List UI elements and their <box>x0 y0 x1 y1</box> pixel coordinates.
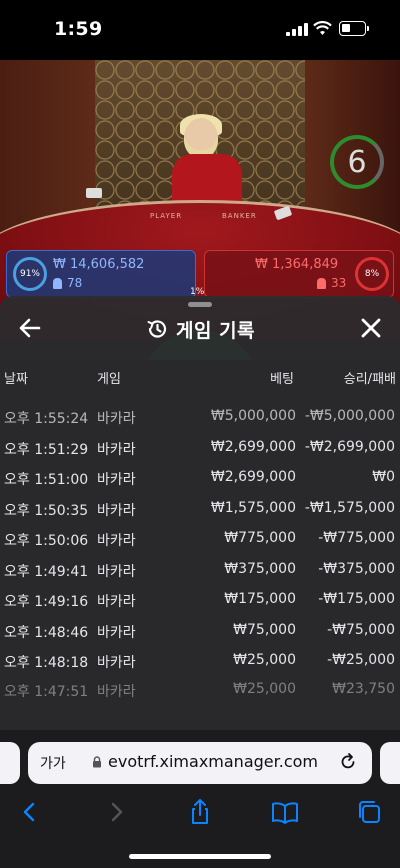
row-bet: ₩775,000 <box>224 530 296 546</box>
text-size-button[interactable]: 가가 <box>40 753 66 773</box>
game-history-sheet: 게임 기록 날짜 게임 베팅 승리/패배 오후 1:55:24 바카라 ₩5,0… <box>0 296 400 736</box>
bookmarks-icon[interactable] <box>271 798 299 826</box>
wifi-icon <box>313 21 332 35</box>
previous-tab-preview[interactable] <box>0 742 20 784</box>
row-result: -₩1,575,000 <box>304 500 395 516</box>
banker-count-person-icon <box>317 278 326 289</box>
row-bet: ₩375,000 <box>224 561 296 577</box>
reload-icon[interactable] <box>338 752 358 772</box>
address-bar[interactable]: 가가 evotrf.ximaxmanager.com <box>28 742 372 784</box>
table-player-label: PLAYER <box>150 212 183 220</box>
share-icon[interactable] <box>186 798 214 826</box>
history-row[interactable]: 오후 1:47:51 바카라 ₩25,000 ₩23,750 <box>0 675 400 705</box>
player-bet-panel[interactable]: 91% ₩ 14,606,582 78 <box>6 250 196 298</box>
row-date: 오후 1:50:06 <box>4 533 89 549</box>
history-row[interactable]: 오후 1:51:29 바카라 ₩2,699,000 -₩2,699,000 <box>0 433 400 463</box>
status-bar: 1:59 <box>0 0 400 60</box>
history-row[interactable]: 오후 1:50:35 바카라 ₩1,575,000 -₩1,575,000 <box>0 494 400 524</box>
row-game: 바카라 <box>97 655 136 671</box>
row-date: 오후 1:48:46 <box>4 625 89 641</box>
row-result: ₩0 <box>372 469 395 485</box>
browser-address-area: 가가 evotrf.ximaxmanager.com <box>0 730 400 790</box>
row-result: -₩75,000 <box>327 622 395 638</box>
back-arrow-icon[interactable] <box>18 314 42 342</box>
column-header-game: 게임 <box>97 372 121 387</box>
row-game: 바카라 <box>97 411 136 427</box>
history-row[interactable]: 오후 1:49:16 바카라 ₩175,000 -₩175,000 <box>0 585 400 615</box>
countdown-timer: 6 <box>330 135 384 189</box>
forward-icon[interactable] <box>102 798 130 826</box>
home-indicator[interactable] <box>129 854 271 859</box>
close-icon[interactable] <box>358 314 384 342</box>
row-game: 바카라 <box>97 625 136 641</box>
table-banker-label: BANKER <box>222 212 257 220</box>
status-time: 1:59 <box>54 18 103 40</box>
row-game: 바카라 <box>97 442 136 458</box>
row-game: 바카라 <box>97 564 136 580</box>
player-count: 78 <box>67 276 83 290</box>
row-game: 바카라 <box>97 533 136 549</box>
row-result: -₩2,699,000 <box>304 439 395 455</box>
row-bet: ₩2,699,000 <box>210 439 296 455</box>
sheet-title-wrap: 게임 기록 <box>146 314 255 344</box>
browser-toolbar <box>0 790 400 868</box>
player-count-person-icon <box>53 278 62 289</box>
row-date: 오후 1:55:24 <box>4 411 89 427</box>
row-game: 바카라 <box>97 594 136 610</box>
row-game: 바카라 <box>97 684 136 700</box>
row-bet: ₩25,000 <box>233 652 296 668</box>
history-row[interactable]: 오후 1:55:24 바카라 ₩5,000,000 -₩5,000,000 <box>0 402 400 432</box>
banker-percent: 8% <box>355 257 389 291</box>
row-game: 바카라 <box>97 472 136 488</box>
row-bet: ₩5,000,000 <box>210 408 296 424</box>
row-result: -₩775,000 <box>318 530 395 546</box>
history-row[interactable]: 오후 1:48:18 바카라 ₩25,000 -₩25,000 <box>0 646 400 676</box>
history-row[interactable]: 오후 1:51:00 바카라 ₩2,699,000 ₩0 <box>0 463 400 493</box>
banker-amount: ₩ 1,364,849 <box>255 257 339 272</box>
countdown-number: 6 <box>347 145 367 180</box>
row-bet: ₩75,000 <box>233 622 296 638</box>
row-result: -₩25,000 <box>327 652 395 668</box>
row-date: 오후 1:50:35 <box>4 503 89 519</box>
column-header-date: 날짜 <box>4 372 28 387</box>
sheet-title: 게임 기록 <box>176 319 256 342</box>
row-result: ₩23,750 <box>332 681 395 697</box>
sheet-grabber[interactable] <box>188 302 212 307</box>
history-icon <box>147 320 167 338</box>
row-date: 오후 1:48:18 <box>4 655 89 671</box>
battery-icon <box>339 21 366 36</box>
row-result: -₩375,000 <box>318 561 395 577</box>
history-row[interactable]: 오후 1:48:46 바카라 ₩75,000 -₩75,000 <box>0 616 400 646</box>
back-icon[interactable] <box>16 798 44 826</box>
row-date: 오후 1:47:51 <box>4 684 89 700</box>
next-tab-preview[interactable] <box>380 742 400 784</box>
row-result: -₩5,000,000 <box>304 408 395 424</box>
url-text: evotrf.ximaxmanager.com <box>108 752 318 771</box>
banker-bet-panel[interactable]: ₩ 1,364,849 33 8% <box>204 250 394 298</box>
row-bet: ₩175,000 <box>224 591 296 607</box>
history-row[interactable]: 오후 1:49:41 바카라 ₩375,000 -₩375,000 <box>0 555 400 585</box>
lock-icon <box>93 756 101 768</box>
row-date: 오후 1:51:29 <box>4 442 89 458</box>
cellular-signal-icon <box>286 23 308 36</box>
row-date: 오후 1:49:16 <box>4 594 89 610</box>
player-amount: ₩ 14,606,582 <box>53 257 145 272</box>
tabs-icon[interactable] <box>355 798 383 826</box>
row-bet: ₩25,000 <box>233 681 296 697</box>
card-shoe <box>86 188 102 198</box>
player-percent: 91% <box>13 257 47 291</box>
sheet-header: 게임 기록 <box>0 312 400 348</box>
row-game: 바카라 <box>97 503 136 519</box>
row-date: 오후 1:49:41 <box>4 564 89 580</box>
column-header-bet: 베팅 <box>270 372 294 387</box>
row-date: 오후 1:51:00 <box>4 472 89 488</box>
history-row[interactable]: 오후 1:50:06 바카라 ₩775,000 -₩775,000 <box>0 524 400 554</box>
column-header-result: 승리/패배 <box>343 372 396 387</box>
row-bet: ₩2,699,000 <box>210 469 296 485</box>
row-bet: ₩1,575,000 <box>210 500 296 516</box>
banker-count: 33 <box>331 276 347 290</box>
row-result: -₩175,000 <box>318 591 395 607</box>
